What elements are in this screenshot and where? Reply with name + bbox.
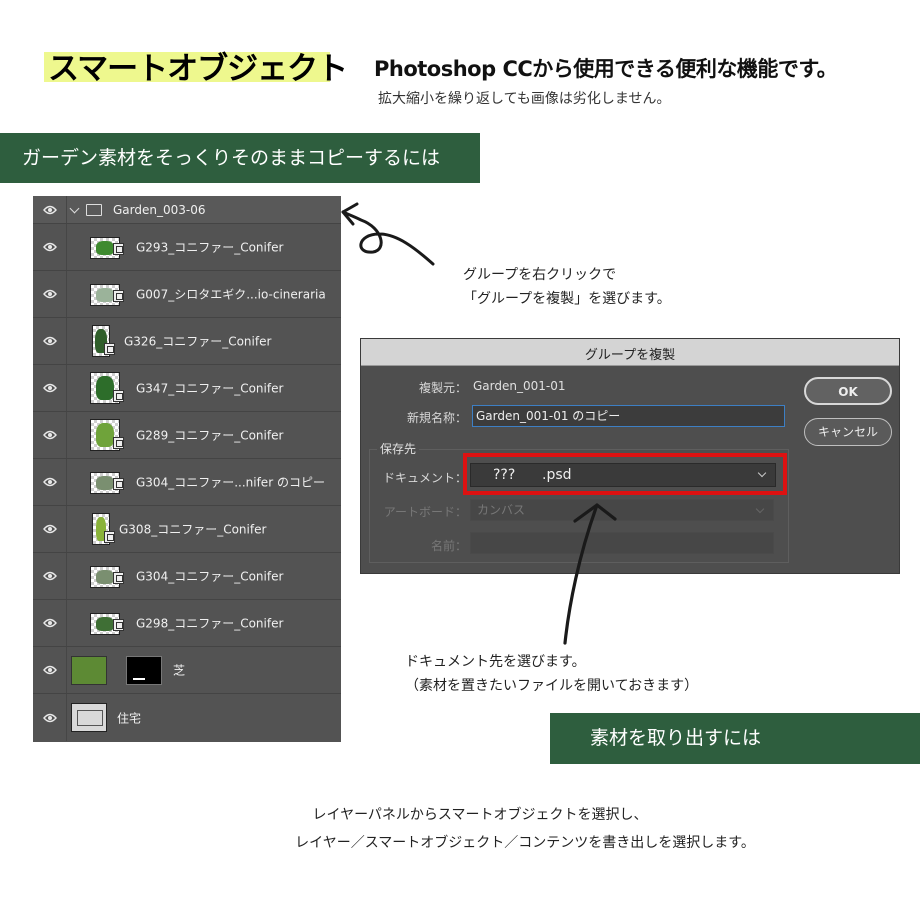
- layer-name: G347_コニファー_Conifer: [136, 381, 284, 396]
- eye-icon[interactable]: [43, 289, 57, 299]
- layer-name: G304_コニファー_Conifer: [136, 569, 284, 584]
- eye-icon[interactable]: [43, 430, 57, 440]
- smart-object-icon: [113, 290, 124, 302]
- chevron-down-icon: [755, 504, 765, 514]
- chevron-down-icon[interactable]: [69, 203, 80, 214]
- section-heading-extract: 素材を取り出すには: [550, 713, 920, 764]
- eye-icon[interactable]: [43, 571, 57, 581]
- layer-row[interactable]: G293_コニファー_Conifer: [33, 224, 341, 271]
- subtitle: 拡大縮小を繰り返しても画像は劣化しません。: [378, 91, 671, 107]
- layer-name: G308_コニファー_Conifer: [119, 522, 267, 537]
- smart-object-icon: [104, 343, 115, 355]
- layer-row[interactable]: G347_コニファー_Conifer: [33, 365, 341, 412]
- folder-icon: [86, 204, 102, 216]
- eye-icon[interactable]: [43, 242, 57, 252]
- eye-icon[interactable]: [43, 524, 57, 534]
- document-label: ドキュメント：: [382, 471, 467, 485]
- smart-object-icon: [104, 531, 115, 543]
- layer-name: G304_コニファー...nifer のコピー: [136, 475, 325, 490]
- tagline: Photoshop CCから使用できる便利な機能です。: [374, 57, 838, 81]
- layer-row[interactable]: G308_コニファー_Conifer: [33, 506, 341, 553]
- layer-row[interactable]: G007_シロタエギク...io-cineraria: [33, 271, 341, 318]
- new-name-label: 新規名称：: [406, 411, 467, 425]
- annotation-step3: レイヤーパネルからスマートオブジェクトを選択し、 レイヤー／スマートオブジェクト…: [295, 807, 755, 851]
- visibility-toggle[interactable]: [33, 318, 67, 364]
- layer-thumbnail: [71, 656, 107, 685]
- visibility-toggle[interactable]: [33, 694, 67, 741]
- smart-object-icon: [113, 243, 124, 255]
- artboard-label: アートボード：: [383, 505, 467, 519]
- layer-name: G293_コニファー_Conifer: [136, 240, 284, 255]
- visibility-toggle[interactable]: [33, 196, 67, 223]
- visibility-toggle[interactable]: [33, 600, 67, 646]
- arrow-annotation: [341, 202, 435, 266]
- dialog-title: グループを複製: [584, 348, 676, 363]
- layer-row[interactable]: 住宅: [33, 694, 341, 741]
- visibility-toggle[interactable]: [33, 647, 67, 693]
- source-label: 複製元：: [418, 381, 467, 395]
- eye-icon[interactable]: [43, 383, 57, 393]
- page-title: スマートオブジェクト: [48, 51, 348, 87]
- layer-row[interactable]: G326_コニファー_Conifer: [33, 318, 341, 365]
- eye-icon[interactable]: [43, 618, 57, 628]
- eye-icon[interactable]: [43, 336, 57, 346]
- smart-object-icon: [113, 572, 124, 584]
- eye-icon[interactable]: [43, 713, 57, 723]
- section-heading-copy: ガーデン素材をそっくりそのままコピーするには: [0, 133, 480, 183]
- layer-row[interactable]: 芝: [33, 647, 341, 694]
- visibility-toggle[interactable]: [33, 224, 67, 270]
- eye-icon[interactable]: [43, 477, 57, 487]
- name-label: 名前：: [430, 539, 467, 553]
- smart-object-icon: [113, 619, 124, 631]
- layer-thumbnail: [71, 703, 107, 732]
- layer-name: G326_コニファー_Conifer: [124, 334, 272, 349]
- layer-row[interactable]: G304_コニファー...nifer のコピー: [33, 459, 341, 506]
- layer-group-row[interactable]: Garden_003-06: [33, 196, 341, 224]
- visibility-toggle[interactable]: [33, 271, 67, 317]
- destination-label: 保存先: [377, 440, 420, 457]
- visibility-toggle[interactable]: [33, 459, 67, 505]
- layer-mask: [126, 656, 162, 685]
- smart-object-icon: [113, 390, 124, 402]
- layer-name: G289_コニファー_Conifer: [136, 428, 284, 443]
- visibility-toggle[interactable]: [33, 553, 67, 599]
- visibility-toggle[interactable]: [33, 365, 67, 411]
- highlight-box: [463, 453, 787, 495]
- layer-name: G007_シロタエギク...io-cineraria: [136, 287, 326, 302]
- cancel-button[interactable]: キャンセル: [804, 418, 892, 446]
- layer-row[interactable]: G289_コニファー_Conifer: [33, 412, 341, 459]
- layer-name: 住宅: [117, 711, 142, 725]
- dialog-titlebar: グループを複製: [361, 339, 899, 366]
- layer-name: G298_コニファー_Conifer: [136, 616, 284, 631]
- eye-icon[interactable]: [43, 665, 57, 675]
- layer-name: 芝: [173, 663, 186, 678]
- new-name-input[interactable]: Garden_001-01 のコピー: [472, 405, 785, 427]
- ok-button[interactable]: OK: [804, 377, 892, 405]
- visibility-toggle[interactable]: [33, 506, 67, 552]
- visibility-toggle[interactable]: [33, 412, 67, 458]
- annotation-step1: グループを右クリックで 「グループを複製」を選びます。: [463, 267, 671, 307]
- arrow-annotation: [563, 503, 617, 645]
- smart-object-icon: [113, 478, 124, 490]
- layers-panel: Garden_003-06 G293_コニファー_Conifer G007_シロ…: [33, 196, 341, 742]
- source-value: Garden_001-01: [473, 379, 566, 393]
- layer-row[interactable]: G298_コニファー_Conifer: [33, 600, 341, 647]
- smart-object-icon: [113, 437, 124, 449]
- layer-group-name: Garden_003-06: [113, 202, 206, 217]
- layer-row[interactable]: G304_コニファー_Conifer: [33, 553, 341, 600]
- eye-icon[interactable]: [43, 205, 57, 215]
- artboard-select-value: カンバス: [477, 503, 526, 517]
- annotation-step2: ドキュメント先を選びます。 （素材を置きたいファイルを開いておきます）: [405, 654, 699, 694]
